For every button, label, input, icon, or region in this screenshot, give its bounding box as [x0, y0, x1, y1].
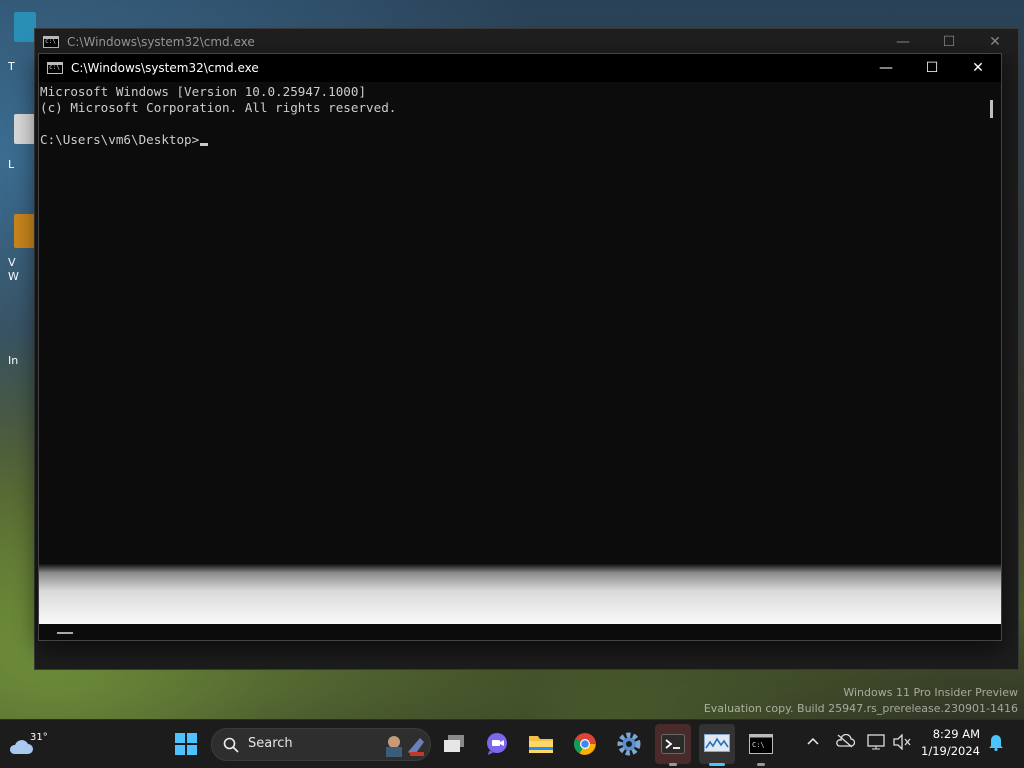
clock-date: 1/19/2024 [921, 744, 980, 758]
chrome-button[interactable] [569, 728, 601, 760]
cmd-icon [47, 62, 63, 74]
maximize-button[interactable]: ☐ [909, 54, 955, 82]
desktop-icon-label: V [8, 256, 16, 269]
minimize-button[interactable]: — [863, 54, 909, 82]
console-line: Microsoft Windows [Version 10.0.25947.10… [40, 84, 367, 99]
search-box[interactable]: Search [211, 728, 431, 761]
search-highlight-icon [386, 736, 424, 757]
system-clock[interactable]: 8:29 AM 1/19/2024 [921, 726, 980, 760]
running-indicator [757, 763, 765, 766]
search-icon [223, 737, 239, 753]
show-hidden-icons-chevron-icon[interactable] [803, 734, 823, 749]
clock-time: 8:29 AM [932, 727, 980, 741]
desktop-icon-label: In [8, 354, 19, 367]
window-title: C:\Windows\system32\cmd.exe [71, 61, 259, 75]
terminal-button[interactable] [655, 724, 691, 764]
search-label: Search [248, 736, 293, 751]
console-prompt[interactable]: C:\Users\vm6\Desktop> [40, 132, 1001, 148]
desktop-icon-label: L [8, 158, 15, 171]
window-title: C:\Windows\system32\cmd.exe [67, 35, 255, 49]
cmd-icon: C:\ [749, 734, 773, 754]
file-explorer-button[interactable] [525, 728, 557, 760]
scrollbar-thumb[interactable] [990, 100, 993, 118]
task-view-button[interactable] [438, 728, 470, 760]
minimized-indicator [57, 632, 73, 634]
svg-text:C:\: C:\ [752, 741, 765, 749]
cmd-icon [43, 36, 59, 48]
teams-chat-button[interactable] [481, 728, 513, 760]
terminal-icon [661, 734, 685, 754]
cmd-window[interactable]: C:\Windows\system32\cmd.exe — ☐ ✕ Micros… [38, 53, 1002, 641]
settings-button[interactable] [613, 728, 645, 760]
weather-temp: 31° [30, 732, 48, 743]
weather-widget[interactable]: 31° [8, 726, 48, 762]
network-icon[interactable] [866, 734, 886, 754]
prompt-text: C:\Users\vm6\Desktop> [40, 132, 200, 147]
close-button[interactable]: ✕ [972, 29, 1018, 55]
folder-icon [529, 736, 553, 753]
task-view-icon [444, 735, 464, 752]
desktop-icon-label: T [8, 60, 15, 73]
titlebar[interactable]: C:\Windows\system32\cmd.exe — ☐ ✕ [35, 29, 1018, 55]
active-indicator [709, 763, 725, 766]
console-output[interactable]: Microsoft Windows [Version 10.0.25947.10… [39, 82, 1001, 566]
chrome-icon [574, 733, 596, 755]
start-button[interactable] [170, 728, 202, 760]
minimize-button[interactable]: — [880, 29, 926, 55]
rendering-artifact-pane [39, 564, 1001, 624]
titlebar[interactable]: C:\Windows\system32\cmd.exe — ☐ ✕ [39, 54, 1001, 82]
desktop-icon-document[interactable] [14, 114, 36, 144]
close-button[interactable]: ✕ [955, 54, 1001, 82]
notification-bell-icon[interactable] [986, 733, 1006, 755]
desktop-icon-app[interactable] [14, 214, 36, 248]
desktop-icon-label: W [8, 270, 19, 283]
maximize-button[interactable]: ☐ [926, 29, 972, 55]
console-line: (c) Microsoft Corporation. All rights re… [40, 100, 397, 115]
chat-icon [487, 733, 507, 755]
onedrive-offline-icon[interactable] [835, 733, 856, 752]
windows-watermark-line1: Windows 11 Pro Insider Preview [843, 686, 1018, 699]
volume-muted-icon[interactable] [892, 733, 912, 754]
cmd-button[interactable]: C:\ [745, 728, 777, 760]
monitor-graph-icon [704, 734, 730, 752]
gear-icon [617, 732, 641, 756]
windows-logo-icon [175, 733, 197, 755]
windows-watermark-line2: Evaluation copy. Build 25947.rs_prerelea… [703, 702, 1018, 715]
performance-monitor-button[interactable] [699, 724, 735, 764]
running-indicator [669, 763, 677, 766]
taskbar: 31° Search C:\ 8:29 AM 1/19/2024 [0, 719, 1024, 768]
desktop-icon-recycle[interactable] [14, 12, 36, 42]
